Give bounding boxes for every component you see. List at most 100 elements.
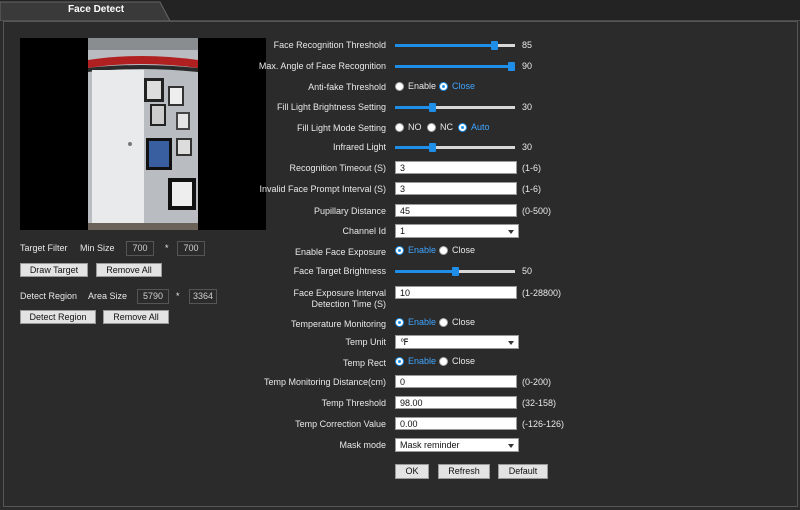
fill-light-brightness-label: Fill Light Brightness Setting bbox=[276, 102, 386, 112]
temp-threshold-range: (32-158) bbox=[522, 398, 557, 408]
temp-monitoring-close-radio[interactable] bbox=[439, 318, 448, 327]
channel-id-select[interactable]: 1 bbox=[395, 224, 519, 238]
temperature-monitoring-label: Temperature Monitoring bbox=[290, 319, 386, 329]
temp-rect-close-label: Close bbox=[452, 356, 476, 366]
refresh-button[interactable]: Refresh bbox=[438, 464, 490, 479]
slider-fill bbox=[395, 146, 432, 149]
tab-title: Face Detect bbox=[68, 4, 125, 15]
chevron-down-icon bbox=[508, 444, 514, 448]
min-size-height-field[interactable]: 700 bbox=[177, 241, 205, 256]
default-button[interactable]: Default bbox=[498, 464, 548, 479]
mask-mode-label: Mask mode bbox=[339, 440, 386, 450]
anti-fake-enable-label: Enable bbox=[408, 81, 437, 91]
temp-monitoring-enable-radio[interactable] bbox=[395, 318, 404, 327]
detect-region-button[interactable]: Detect Region bbox=[20, 310, 96, 324]
channel-id-value: 1 bbox=[400, 226, 406, 236]
channel-id-label: Channel Id bbox=[342, 226, 386, 236]
camera-image bbox=[20, 38, 266, 230]
temp-unit-value: ℉ bbox=[400, 337, 409, 347]
anti-fake-close-label: Close bbox=[452, 81, 476, 91]
face-exposure-enable-label: Enable bbox=[408, 245, 437, 255]
slider-fill bbox=[395, 65, 511, 68]
face-recognition-threshold-value: 85 bbox=[522, 40, 533, 50]
temp-monitoring-distance-input[interactable]: 0 bbox=[395, 375, 517, 388]
fill-light-auto-radio[interactable] bbox=[458, 123, 467, 132]
face-exposure-interval-input[interactable]: 10 bbox=[395, 286, 517, 299]
infrared-light-slider[interactable] bbox=[395, 143, 515, 152]
invalid-face-prompt-label: Invalid Face Prompt Interval (S) bbox=[259, 184, 386, 194]
face-exposure-close-label: Close bbox=[452, 245, 476, 255]
remove-all-region-button[interactable]: Remove All bbox=[103, 310, 169, 324]
slider-fill bbox=[395, 270, 455, 273]
remove-all-target-button[interactable]: Remove All bbox=[96, 263, 162, 277]
temp-monitoring-distance-range: (0-200) bbox=[522, 377, 552, 387]
draw-target-button[interactable]: Draw Target bbox=[20, 263, 88, 277]
fill-light-brightness-slider[interactable] bbox=[395, 103, 515, 112]
fill-light-auto-label: Auto bbox=[471, 122, 490, 132]
slider-handle[interactable] bbox=[491, 41, 498, 50]
face-exposure-interval-range: (1-28800) bbox=[522, 288, 562, 298]
area-size-label: Area Size bbox=[88, 291, 128, 301]
enable-face-exposure-label: Enable Face Exposure bbox=[294, 247, 386, 257]
temp-correction-label: Temp Correction Value bbox=[295, 419, 386, 429]
slider-fill bbox=[395, 44, 494, 47]
temp-monitoring-distance-label: Temp Monitoring Distance(cm) bbox=[263, 377, 386, 387]
face-target-brightness-label: Face Target Brightness bbox=[293, 266, 386, 276]
max-angle-label: Max. Angle of Face Recognition bbox=[258, 61, 386, 71]
face-recognition-threshold-slider[interactable] bbox=[395, 41, 515, 50]
slider-handle[interactable] bbox=[429, 103, 436, 112]
times-symbol-2: * bbox=[176, 291, 180, 301]
recognition-timeout-input[interactable]: 3 bbox=[395, 161, 517, 174]
temp-rect-enable-label: Enable bbox=[408, 356, 437, 366]
temp-correction-range: (-126-126) bbox=[522, 419, 565, 429]
tab-face-detect[interactable]: Face Detect bbox=[0, 0, 170, 21]
fill-light-mode-label: Fill Light Mode Setting bbox=[296, 123, 386, 133]
slider-fill bbox=[395, 106, 432, 109]
detect-region-label: Detect Region bbox=[20, 291, 78, 301]
temp-unit-label: Temp Unit bbox=[345, 337, 386, 347]
temp-rect-label: Temp Rect bbox=[342, 358, 386, 368]
min-size-label: Min Size bbox=[80, 243, 115, 253]
anti-fake-label: Anti-fake Threshold bbox=[308, 82, 386, 92]
fill-light-brightness-value: 30 bbox=[522, 102, 533, 112]
anti-fake-enable-radio[interactable] bbox=[395, 82, 404, 91]
area-height-field[interactable]: 3364 bbox=[189, 289, 217, 304]
max-angle-slider[interactable] bbox=[395, 62, 515, 71]
slider-handle[interactable] bbox=[452, 267, 459, 276]
face-exposure-enable-radio[interactable] bbox=[395, 246, 404, 255]
temp-unit-select[interactable]: ℉ bbox=[395, 335, 519, 349]
infrared-light-label: Infrared Light bbox=[332, 142, 386, 152]
times-symbol: * bbox=[165, 243, 169, 253]
temp-monitoring-close-label: Close bbox=[452, 317, 476, 327]
invalid-face-prompt-input[interactable]: 3 bbox=[395, 182, 517, 195]
recognition-timeout-label: Recognition Timeout (S) bbox=[289, 163, 386, 173]
temp-rect-enable-radio[interactable] bbox=[395, 357, 404, 366]
min-size-width-field[interactable]: 700 bbox=[126, 241, 154, 256]
fill-light-nc-label: NC bbox=[440, 122, 453, 132]
ok-button[interactable]: OK bbox=[395, 464, 429, 479]
face-exposure-close-radio[interactable] bbox=[439, 246, 448, 255]
fill-light-nc-radio[interactable] bbox=[427, 123, 436, 132]
pupillary-distance-label: Pupillary Distance bbox=[313, 206, 386, 216]
anti-fake-close-radio[interactable] bbox=[439, 82, 448, 91]
mask-mode-value: Mask reminder bbox=[400, 440, 460, 450]
slider-handle[interactable] bbox=[508, 62, 515, 71]
infrared-light-value: 30 bbox=[522, 142, 533, 152]
fill-light-no-label: NO bbox=[408, 122, 422, 132]
temp-correction-input[interactable]: 0.00 bbox=[395, 417, 517, 430]
recognition-timeout-range: (1-6) bbox=[522, 163, 542, 173]
fill-light-no-radio[interactable] bbox=[395, 123, 404, 132]
chevron-down-icon bbox=[508, 230, 514, 234]
slider-handle[interactable] bbox=[429, 143, 436, 152]
mask-mode-select[interactable]: Mask reminder bbox=[395, 438, 519, 452]
temp-threshold-label: Temp Threshold bbox=[321, 398, 386, 408]
temp-rect-close-radio[interactable] bbox=[439, 357, 448, 366]
temp-monitoring-enable-label: Enable bbox=[408, 317, 437, 327]
video-preview[interactable] bbox=[20, 38, 266, 230]
face-target-brightness-slider[interactable] bbox=[395, 267, 515, 276]
area-width-field[interactable]: 5790 bbox=[137, 289, 169, 304]
pupillary-distance-input[interactable]: 45 bbox=[395, 204, 517, 217]
face-recognition-threshold-label: Face Recognition Threshold bbox=[273, 40, 386, 50]
temp-threshold-input[interactable]: 98.00 bbox=[395, 396, 517, 409]
invalid-face-prompt-range: (1-6) bbox=[522, 184, 542, 194]
